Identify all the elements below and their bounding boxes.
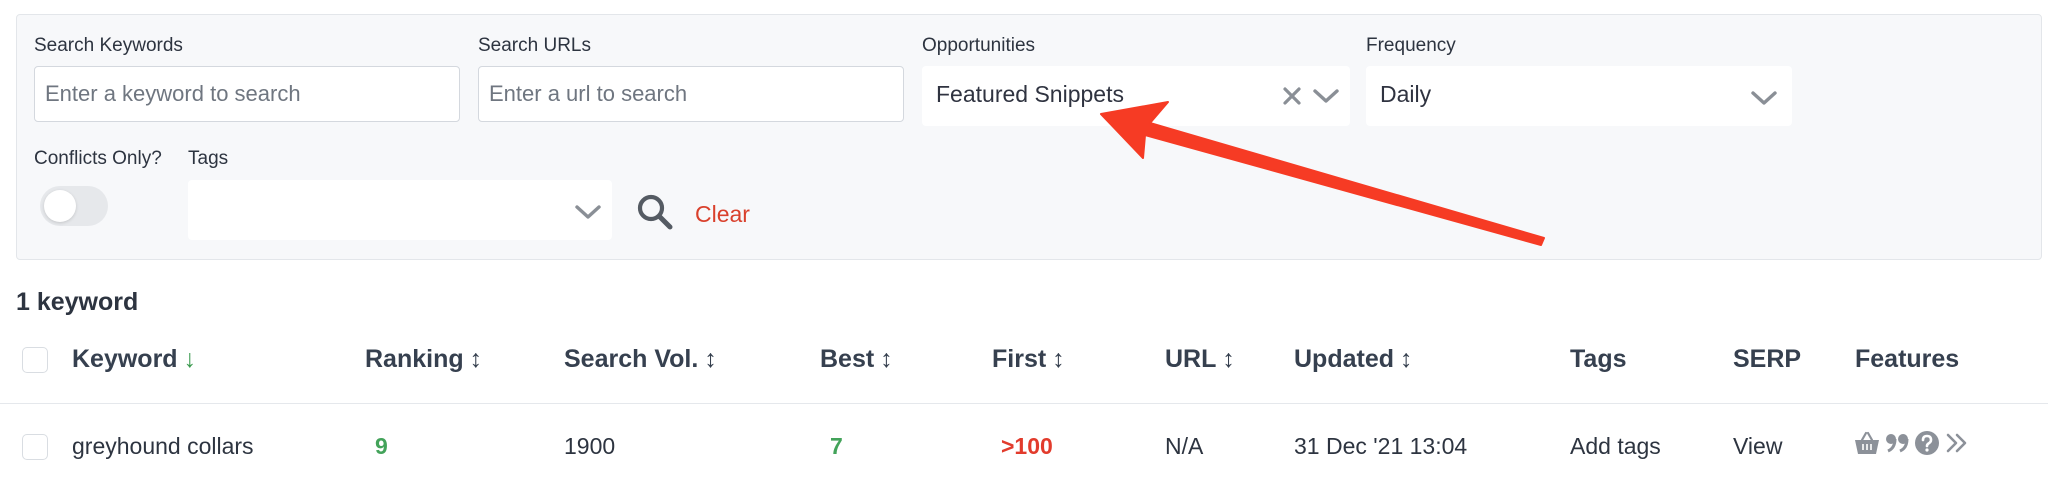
row-search-vol: 1900 <box>564 433 616 459</box>
chevron-down-icon[interactable] <box>574 202 602 222</box>
row-checkbox[interactable] <box>22 434 48 460</box>
opportunities-value: Featured Snippets <box>936 81 1124 107</box>
tags-label: Tags <box>188 148 229 169</box>
chevrons-right-icon[interactable] <box>1944 430 1970 456</box>
sort-icon: ↕ <box>704 345 717 373</box>
sort-icon: ↕ <box>880 345 893 373</box>
column-header-keyword[interactable]: Keyword ↓ <box>72 345 196 374</box>
sort-icon: ↕ <box>1052 345 1065 373</box>
column-header-serp: SERP <box>1733 345 1802 373</box>
column-header-url[interactable]: URL ↕ <box>1165 345 1235 374</box>
column-header-search-vol[interactable]: Search Vol. ↕ <box>564 345 717 374</box>
frequency-label: Frequency <box>1366 35 1456 56</box>
row-updated: 31 Dec '21 13:04 <box>1294 433 1468 459</box>
result-count: 1 keyword <box>16 288 139 316</box>
search-urls-input[interactable] <box>478 66 904 122</box>
conflicts-only-toggle[interactable] <box>40 186 108 226</box>
sort-desc-icon: ↓ <box>183 345 197 373</box>
row-first: >100 <box>1001 433 1053 459</box>
chevron-down-icon[interactable] <box>1750 88 1778 108</box>
chevron-down-icon[interactable] <box>1312 86 1340 106</box>
select-all-checkbox[interactable] <box>22 347 48 373</box>
sort-icon: ↕ <box>1222 345 1235 373</box>
search-urls-label: Search URLs <box>478 35 591 56</box>
clear-filters-link[interactable]: Clear <box>695 201 750 228</box>
clear-selection-icon[interactable] <box>1280 82 1304 110</box>
row-keyword: greyhound collars <box>72 433 254 459</box>
tags-select[interactable] <box>188 180 612 240</box>
opportunities-label: Opportunities <box>922 35 1036 56</box>
row-best: 7 <box>830 433 843 459</box>
opportunities-select[interactable]: Featured Snippets <box>922 66 1350 126</box>
row-serp-view[interactable]: View <box>1733 433 1782 460</box>
row-ranking: 9 <box>375 433 388 459</box>
search-icon[interactable] <box>636 193 674 231</box>
frequency-select[interactable]: Daily <box>1366 66 1792 126</box>
frequency-value: Daily <box>1380 81 1432 107</box>
column-header-features: Features <box>1855 345 1960 373</box>
sort-icon: ↕ <box>469 345 483 373</box>
shopping-basket-icon <box>1855 431 1879 454</box>
header-divider <box>0 403 2048 404</box>
column-header-first[interactable]: First ↕ <box>992 345 1065 374</box>
question-icon <box>1915 431 1939 455</box>
column-header-ranking[interactable]: Ranking ↕ <box>365 345 482 374</box>
column-header-tags: Tags <box>1570 345 1627 373</box>
toggle-knob <box>44 190 76 222</box>
row-url: N/A <box>1165 433 1204 459</box>
conflicts-only-label: Conflicts Only? <box>34 148 162 169</box>
search-keywords-input[interactable] <box>34 66 460 122</box>
row-add-tags[interactable]: Add tags <box>1570 433 1661 460</box>
column-header-updated[interactable]: Updated ↕ <box>1294 345 1413 374</box>
column-header-best[interactable]: Best ↕ <box>820 345 893 374</box>
search-keywords-label: Search Keywords <box>34 35 183 56</box>
sort-icon: ↕ <box>1400 345 1413 373</box>
quote-icon <box>1886 434 1909 453</box>
